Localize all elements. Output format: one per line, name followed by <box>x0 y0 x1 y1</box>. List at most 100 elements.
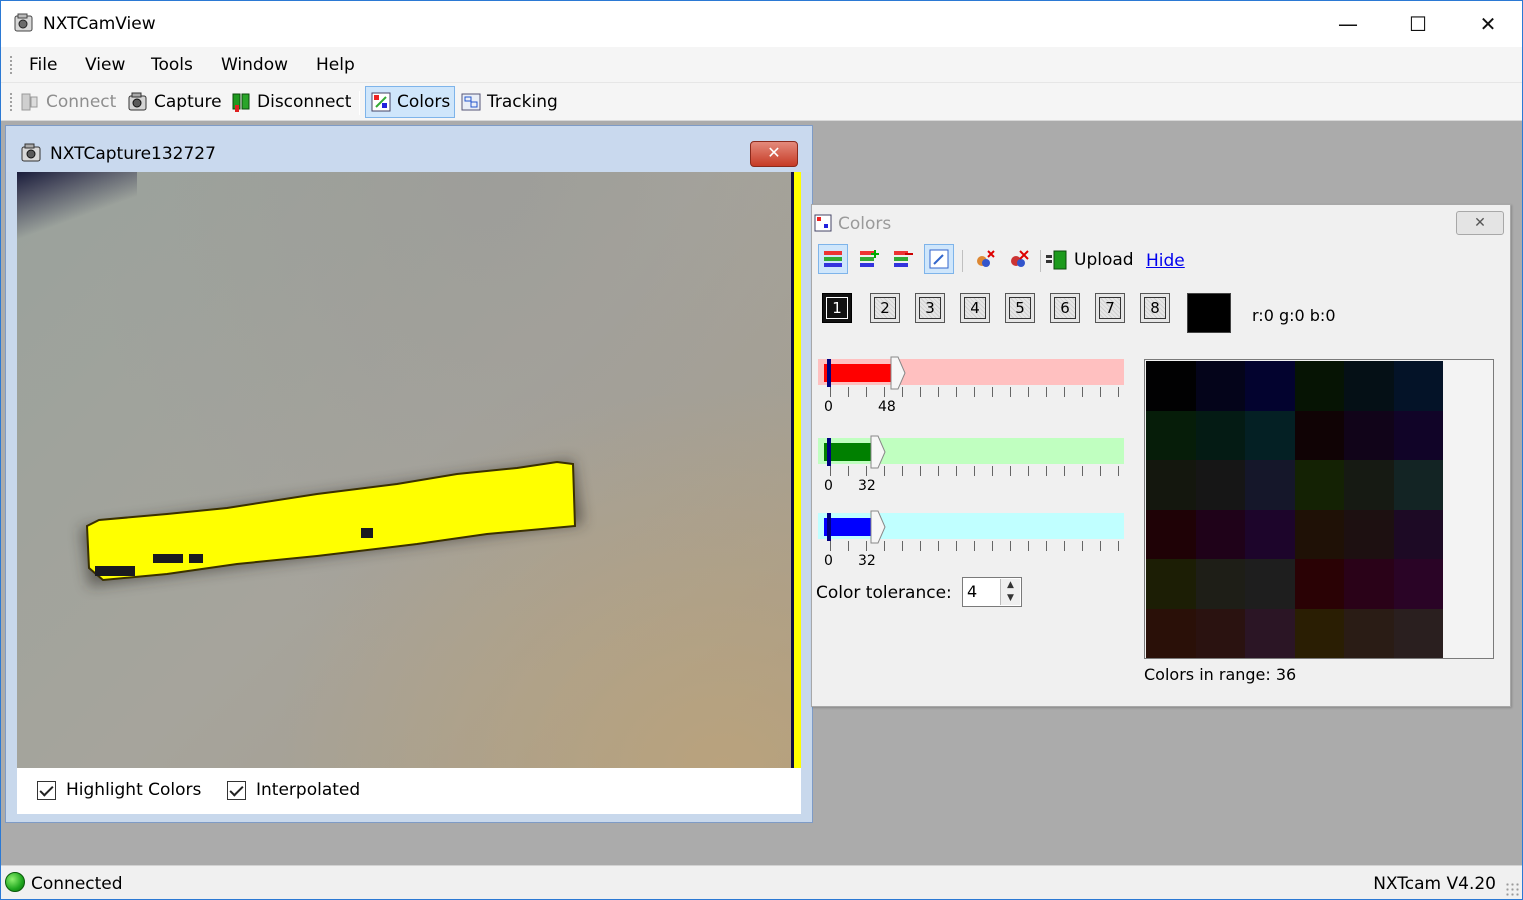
palette-swatch[interactable] <box>1393 559 1443 609</box>
close-button[interactable]: ✕ <box>1453 1 1523 47</box>
palette-swatch[interactable] <box>1245 509 1295 559</box>
red-min-handle[interactable] <box>827 359 831 387</box>
palette-swatch[interactable] <box>1344 509 1394 559</box>
highlight-colors-checkbox[interactable]: Highlight Colors <box>37 780 201 800</box>
palette-swatch[interactable] <box>1146 410 1196 460</box>
blue-max-value: 32 <box>858 553 876 569</box>
color-slot-8[interactable]: 8 <box>1140 293 1170 323</box>
spin-up-icon[interactable]: ▲ <box>1001 579 1020 592</box>
green-max-handle[interactable] <box>870 435 886 469</box>
upload-button[interactable]: Upload <box>1044 246 1134 274</box>
clear-color-button[interactable] <box>970 244 1000 274</box>
palette-swatch[interactable] <box>1146 509 1196 559</box>
palette-swatch[interactable] <box>1344 608 1394 658</box>
palette-swatch[interactable] <box>1245 460 1295 510</box>
toolbar-separator <box>359 91 360 115</box>
eyedropper-icon <box>929 249 949 269</box>
color-slot-3[interactable]: 3 <box>915 293 945 323</box>
blue-range-slider[interactable]: 0 32 <box>818 510 1124 583</box>
palette-swatch[interactable] <box>1195 559 1245 609</box>
palette-swatch[interactable] <box>1294 410 1344 460</box>
palette-swatch[interactable] <box>1294 559 1344 609</box>
palette-swatch[interactable] <box>1195 460 1245 510</box>
slot-label: 6 <box>1054 297 1076 319</box>
palette-swatch[interactable] <box>1294 361 1344 411</box>
menu-help[interactable]: Help <box>316 55 355 75</box>
palette-swatch[interactable] <box>1393 410 1443 460</box>
menu-tools[interactable]: Tools <box>151 55 193 75</box>
interpolated-checkbox[interactable]: Interpolated <box>227 780 360 800</box>
color-slot-6[interactable]: 6 <box>1050 293 1080 323</box>
palette-swatch[interactable] <box>1146 361 1196 411</box>
colors-window-title-bar[interactable]: Colors ✕ <box>812 205 1510 241</box>
green-min-handle[interactable] <box>827 438 831 466</box>
palette-swatch[interactable] <box>1195 410 1245 460</box>
color-slot-2[interactable]: 2 <box>870 293 900 323</box>
toolbar-grip[interactable] <box>9 92 13 112</box>
palette-swatch[interactable] <box>1195 361 1245 411</box>
color-slot-4[interactable]: 4 <box>960 293 990 323</box>
color-palette-view-button[interactable] <box>818 244 848 274</box>
blue-min-handle[interactable] <box>827 513 831 541</box>
palette-swatch[interactable] <box>1294 460 1344 510</box>
minimize-button[interactable]: — <box>1313 1 1383 47</box>
colors-close-button[interactable]: ✕ <box>1456 211 1504 235</box>
capture-window[interactable]: NXTCapture132727 ✕ Highlight Colors Inte… <box>5 125 813 823</box>
palette-swatch[interactable] <box>1146 559 1196 609</box>
palette-swatch[interactable] <box>1245 410 1295 460</box>
tracking-button[interactable]: Tracking <box>456 86 562 118</box>
capture-button[interactable]: Capture <box>123 86 226 118</box>
palette-swatch[interactable] <box>1393 509 1443 559</box>
blue-max-handle[interactable] <box>870 510 886 544</box>
capture-window-title: NXTCapture132727 <box>50 144 216 164</box>
add-color-button[interactable] <box>854 244 884 274</box>
tolerance-spinner[interactable]: ▲ ▼ <box>1000 579 1020 605</box>
connect-button[interactable]: Connect <box>15 86 120 118</box>
colors-window[interactable]: Colors ✕ Upload Hide 1 2 3 4 5 6 7 8 r:0… <box>811 204 1511 707</box>
color-slot-7[interactable]: 7 <box>1095 293 1125 323</box>
menu-file[interactable]: File <box>29 55 57 75</box>
clear-all-colors-button[interactable] <box>1004 244 1034 274</box>
palette-swatch[interactable] <box>1245 608 1295 658</box>
palette-swatch[interactable] <box>1344 410 1394 460</box>
palette-swatch[interactable] <box>1393 460 1443 510</box>
checkbox-checked-icon <box>227 780 246 800</box>
highlighted-edge-strip <box>791 172 801 768</box>
palette-swatch[interactable] <box>1393 361 1443 411</box>
palette-swatch[interactable] <box>1393 608 1443 658</box>
palette-swatch[interactable] <box>1294 509 1344 559</box>
palette-swatch[interactable] <box>1344 559 1394 609</box>
menu-view[interactable]: View <box>85 55 125 75</box>
green-range-slider[interactable]: 0 32 <box>818 435 1124 508</box>
resize-grip[interactable] <box>1505 882 1519 896</box>
capture-window-title-bar[interactable]: NXTCapture132727 ✕ <box>6 126 812 172</box>
color-range-palette[interactable] <box>1144 359 1494 659</box>
red-max-handle[interactable] <box>890 356 906 390</box>
camera-image[interactable] <box>17 172 801 768</box>
slot-label: 5 <box>1009 297 1031 319</box>
color-picker-button[interactable] <box>924 244 954 274</box>
palette-swatch[interactable] <box>1344 361 1394 411</box>
menu-window[interactable]: Window <box>221 55 288 75</box>
colors-button[interactable]: Colors <box>365 86 456 118</box>
palette-swatch[interactable] <box>1344 460 1394 510</box>
palette-swatch[interactable] <box>1195 608 1245 658</box>
red-range-slider[interactable]: 0 48 <box>818 356 1124 429</box>
subtract-color-button[interactable] <box>888 244 918 274</box>
hide-link[interactable]: Hide <box>1146 251 1185 271</box>
maximize-button[interactable]: ☐ <box>1383 1 1453 47</box>
palette-swatch[interactable] <box>1245 361 1295 411</box>
color-slot-5[interactable]: 5 <box>1005 293 1035 323</box>
capture-close-button[interactable]: ✕ <box>750 141 798 167</box>
color-tolerance-input[interactable]: 4 ▲ ▼ <box>962 577 1022 607</box>
palette-swatch[interactable] <box>1294 608 1344 658</box>
palette-swatch[interactable] <box>1146 608 1196 658</box>
palette-swatch[interactable] <box>1245 559 1295 609</box>
spin-down-icon[interactable]: ▼ <box>1001 592 1020 605</box>
status-text: Connected <box>31 874 123 894</box>
menu-grip[interactable] <box>9 55 13 75</box>
palette-swatch[interactable] <box>1195 509 1245 559</box>
color-slot-1[interactable]: 1 <box>822 293 852 323</box>
disconnect-button[interactable]: Disconnect <box>226 86 355 118</box>
palette-swatch[interactable] <box>1146 460 1196 510</box>
